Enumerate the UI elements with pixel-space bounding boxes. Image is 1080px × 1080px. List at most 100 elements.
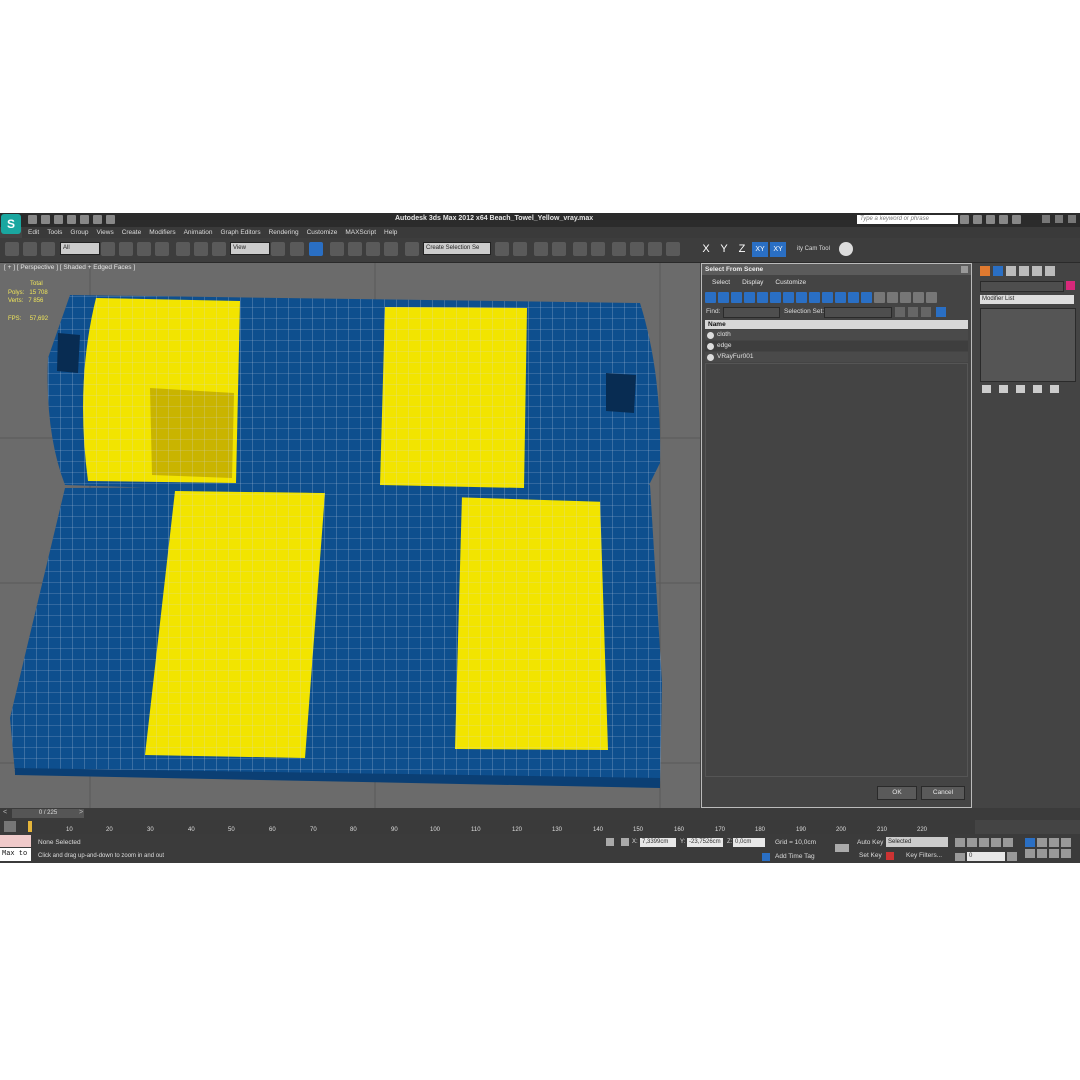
display-bones-icon[interactable]	[809, 292, 820, 303]
spinner-snap-icon[interactable]	[384, 242, 398, 256]
menu-views[interactable]: Views	[96, 227, 113, 238]
menu-customize[interactable]: Customize	[307, 227, 338, 238]
menu-edit[interactable]: Edit	[28, 227, 39, 238]
display-tab-icon[interactable]	[1032, 266, 1042, 276]
mini-curve-editor-icon[interactable]	[4, 821, 16, 832]
edit-named-selection-icon[interactable]	[405, 242, 419, 256]
reference-coordinate-dropdown[interactable]: View	[230, 242, 270, 255]
dialog-title[interactable]: Select From Scene	[702, 264, 971, 275]
window-crossing-icon[interactable]	[155, 242, 169, 256]
material-editor-icon[interactable]	[612, 242, 626, 256]
dialog-menu-customize[interactable]: Customize	[775, 277, 806, 288]
y-coord-field[interactable]: -23,7526cm	[687, 838, 723, 847]
time-slider[interactable]: < 0 / 225 >	[0, 808, 1080, 820]
display-lights-icon[interactable]	[731, 292, 742, 303]
display-geometry-icon[interactable]	[705, 292, 716, 303]
open-icon[interactable]	[41, 215, 50, 224]
search-input[interactable]: Type a keyword or phrase	[857, 215, 958, 224]
scale-icon[interactable]	[212, 242, 226, 256]
previous-frame-icon[interactable]	[967, 838, 977, 847]
display-helpers-icon[interactable]	[757, 292, 768, 303]
modify-tab-icon[interactable]	[993, 266, 1003, 276]
z-coord-field[interactable]: 0,0cm	[733, 838, 765, 847]
search-icon[interactable]	[960, 215, 969, 224]
hierarchy-tab-icon[interactable]	[1006, 266, 1016, 276]
selection-filter-dropdown[interactable]: All	[60, 242, 100, 255]
remove-modifier-icon[interactable]	[1033, 385, 1042, 393]
curve-editor-icon[interactable]	[573, 242, 587, 256]
percent-snap-icon[interactable]	[366, 242, 380, 256]
key-icon[interactable]	[835, 844, 849, 852]
modifier-stack[interactable]	[980, 308, 1076, 382]
dialog-menu-display[interactable]: Display	[742, 277, 763, 288]
pin-stack-icon[interactable]	[982, 385, 991, 393]
maximize-icon[interactable]	[1055, 215, 1063, 223]
zoom-extents-icon[interactable]	[1049, 838, 1059, 847]
x-coord-field[interactable]: 7,3399cm	[640, 838, 676, 847]
render-production-icon[interactable]	[666, 242, 680, 256]
selection-set-dropdown[interactable]	[824, 307, 892, 318]
object-name-field[interactable]	[980, 281, 1064, 292]
time-slider-next-icon[interactable]: >	[79, 809, 83, 816]
show-end-result-icon[interactable]	[999, 385, 1008, 393]
key-mode-dropdown[interactable]: Selected	[886, 837, 948, 847]
schematic-view-icon[interactable]	[591, 242, 605, 256]
snaps-toggle-icon[interactable]	[330, 242, 344, 256]
go-to-start-icon[interactable]	[955, 838, 965, 847]
new-icon[interactable]	[28, 215, 37, 224]
named-selection-set-dropdown[interactable]: Create Selection Se	[423, 242, 491, 255]
display-containers-icon[interactable]	[822, 292, 833, 303]
dialog-menu-select[interactable]: Select	[712, 277, 730, 288]
favorites-star-icon[interactable]	[999, 215, 1008, 224]
display-cameras-icon[interactable]	[744, 292, 755, 303]
layer-manager-icon[interactable]	[534, 242, 548, 256]
display-hidden-icon[interactable]	[848, 292, 859, 303]
time-configuration-icon[interactable]	[1007, 852, 1017, 861]
go-to-end-icon[interactable]	[1003, 838, 1013, 847]
link-icon[interactable]	[5, 242, 19, 256]
app-logo-icon[interactable]: S	[1, 214, 21, 234]
menu-group[interactable]: Group	[70, 227, 88, 238]
menu-graph-editors[interactable]: Graph Editors	[221, 227, 261, 238]
axis-x-button[interactable]: X	[698, 242, 714, 257]
menu-animation[interactable]: Animation	[184, 227, 213, 238]
axis-xy-button[interactable]: XY	[752, 242, 768, 257]
make-unique-icon[interactable]	[1016, 385, 1025, 393]
motion-tab-icon[interactable]	[1019, 266, 1029, 276]
filter-icon[interactable]	[913, 292, 924, 303]
keyboard-shortcut-override-icon[interactable]	[309, 242, 323, 256]
move-icon[interactable]	[176, 242, 190, 256]
viewport-label[interactable]: [ + ] [ Perspective ] [ Shaded + Edged F…	[4, 264, 135, 271]
rectangle-selection-icon[interactable]	[137, 242, 151, 256]
axis-xy-cycle-button[interactable]: XY	[770, 242, 786, 257]
display-all-icon[interactable]	[861, 292, 872, 303]
subscription-icon[interactable]	[973, 215, 982, 224]
undo-icon[interactable]	[67, 215, 76, 224]
column-header-name[interactable]: Name	[705, 320, 968, 329]
zoom-icon[interactable]	[1025, 838, 1035, 847]
select-manipulate-icon[interactable]	[290, 242, 304, 256]
display-xrefs-icon[interactable]	[796, 292, 807, 303]
redo-icon[interactable]	[80, 215, 89, 224]
time-slider-thumb[interactable]: 0 / 225	[12, 809, 84, 818]
configure-modifier-sets-icon[interactable]	[1050, 385, 1059, 393]
cancel-button[interactable]: Cancel	[921, 786, 965, 800]
maximize-viewport-icon[interactable]	[1061, 849, 1071, 858]
ok-button[interactable]: OK	[877, 786, 917, 800]
current-frame-field[interactable]: 0	[967, 852, 1005, 861]
filter-options-icon[interactable]	[926, 292, 937, 303]
communication-icon[interactable]	[986, 215, 995, 224]
perspective-viewport[interactable]: [ + ] [ Perspective ] [ Shaded + Edged F…	[0, 263, 700, 808]
object-list-area[interactable]	[705, 363, 968, 777]
selection-lock-icon[interactable]	[606, 838, 614, 846]
select-all-icon[interactable]	[874, 292, 885, 303]
menu-help[interactable]: Help	[384, 227, 397, 238]
select-none-icon[interactable]	[887, 292, 898, 303]
menu-maxscript[interactable]: MAXScript	[345, 227, 376, 238]
key-mode-toggle-icon[interactable]	[955, 853, 965, 861]
rotate-icon[interactable]	[194, 242, 208, 256]
key-filter-icon[interactable]	[886, 852, 894, 860]
menu-create[interactable]: Create	[122, 227, 142, 238]
close-icon[interactable]	[1068, 215, 1076, 223]
dialog-close-icon[interactable]	[961, 266, 968, 273]
